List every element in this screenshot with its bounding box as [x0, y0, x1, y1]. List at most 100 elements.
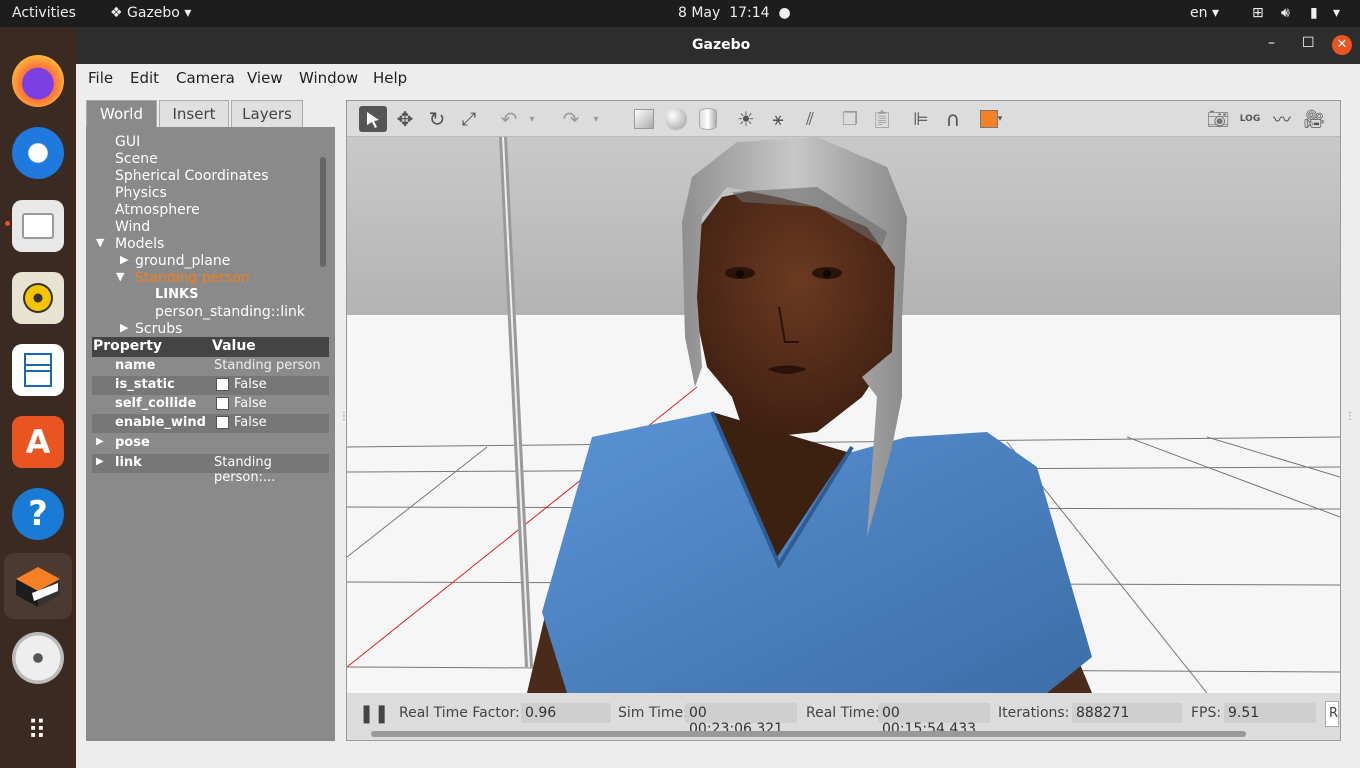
sim-time-label: Sim Time:	[618, 705, 688, 721]
tree-item-person-link[interactable]: person_standing::link	[155, 304, 305, 320]
tree-item-atmosphere[interactable]: Atmosphere	[115, 202, 200, 218]
gazebo-app-icon: ❖	[110, 5, 123, 21]
view-angle-icon[interactable]: ▾	[977, 106, 1005, 132]
collapse-arrow-icon[interactable]: ▶	[120, 253, 128, 266]
tree-scrollbar[interactable]	[320, 157, 326, 267]
expand-arrow-icon[interactable]: ▼	[96, 236, 104, 249]
prop-row-link[interactable]: ▶ link Standing person:...	[92, 454, 329, 485]
activities-button[interactable]: Activities	[12, 5, 76, 21]
align-icon[interactable]: ⊫	[907, 106, 935, 132]
tree-item-wind[interactable]: Wind	[115, 219, 150, 235]
tree-item-scene[interactable]: Scene	[115, 151, 158, 167]
undo-icon[interactable]: ↶	[495, 106, 523, 132]
expand-arrow-icon[interactable]: ▼	[116, 270, 124, 283]
prop-row-pose[interactable]: ▶ pose	[92, 434, 329, 453]
left-panel: World Insert Layers GUI Scene Spherical …	[86, 100, 335, 741]
help-icon[interactable]: ?	[12, 488, 64, 540]
writer-icon[interactable]	[12, 344, 64, 396]
tree-item-scrubs[interactable]: Scrubs	[135, 321, 182, 337]
firefox-icon[interactable]	[12, 55, 64, 107]
property-header: Property Value	[92, 337, 329, 357]
real-time-value: 00 00:15:54.433	[878, 703, 990, 737]
menu-camera[interactable]: Camera	[176, 69, 235, 87]
translate-mode-icon[interactable]: ✥	[391, 106, 419, 132]
app-menu[interactable]: ❖ Gazebo ▾	[110, 5, 191, 21]
snap-icon[interactable]: ∩	[939, 106, 967, 132]
box-shape-icon[interactable]	[630, 106, 658, 132]
is-static-checkbox[interactable]	[216, 378, 229, 391]
maximize-icon[interactable]: ☐	[1302, 35, 1315, 51]
prop-key: link	[115, 455, 142, 470]
prop-key: self_collide	[115, 396, 197, 411]
menu-view[interactable]: View	[247, 69, 283, 87]
network-icon[interactable]: ⊞	[1252, 5, 1264, 21]
files-icon[interactable]	[12, 200, 64, 252]
clock[interactable]: 8 May 17:14 ●	[678, 5, 791, 21]
collapse-arrow-icon[interactable]: ▶	[96, 456, 104, 467]
redo-history-icon[interactable]: ▾	[589, 106, 603, 132]
directional-light-icon[interactable]: ⫽	[796, 106, 824, 132]
prop-value: False	[234, 415, 267, 430]
prop-row-enable-wind: enable_wind False	[92, 414, 329, 433]
value-column-header: Value	[212, 338, 256, 354]
tree-item-ground-plane[interactable]: ground_plane	[135, 253, 230, 269]
close-icon[interactable]: ✕	[1332, 35, 1352, 55]
horizontal-scrollbar[interactable]	[371, 731, 1246, 737]
rotate-mode-icon[interactable]: ↻	[423, 106, 451, 132]
tree-item-spherical-coordinates[interactable]: Spherical Coordinates	[115, 168, 269, 184]
splitter-handle-icon[interactable]: ⋮	[1345, 411, 1355, 422]
system-menu-icon[interactable]: ▾	[1333, 5, 1340, 21]
reset-button[interactable]: R	[1325, 701, 1339, 727]
language-indicator[interactable]: en ▾	[1190, 5, 1219, 21]
tab-layers[interactable]: Layers	[231, 100, 303, 128]
tree-item-models[interactable]: Models	[115, 236, 164, 252]
select-mode-icon[interactable]	[359, 106, 387, 132]
copy-icon[interactable]: ❐	[836, 106, 864, 132]
collapse-arrow-icon[interactable]: ▶	[96, 436, 104, 447]
enable-wind-checkbox[interactable]	[216, 416, 229, 429]
menu-edit[interactable]: Edit	[130, 69, 159, 87]
pause-icon[interactable]: ❚❚	[359, 703, 389, 724]
tab-world[interactable]: World	[86, 100, 157, 128]
scale-mode-icon[interactable]: ⤢	[455, 106, 483, 132]
gazebo-dock-icon[interactable]	[4, 553, 72, 619]
redo-icon[interactable]: ↷	[557, 106, 585, 132]
show-apps-icon[interactable]: ⠿	[12, 705, 64, 757]
iterations-label: Iterations:	[998, 705, 1070, 721]
thunderbird-icon[interactable]	[12, 127, 64, 179]
volume-icon[interactable]: 🔊︎	[1281, 5, 1290, 21]
log-icon[interactable]: LOG	[1236, 106, 1264, 132]
menu-window[interactable]: Window	[299, 69, 358, 87]
menu-help[interactable]: Help	[373, 69, 407, 87]
spot-light-icon[interactable]: ⚹	[764, 106, 792, 132]
tree-item-physics[interactable]: Physics	[115, 185, 167, 201]
collapse-arrow-icon[interactable]: ▶	[120, 321, 128, 334]
prop-key: enable_wind	[115, 415, 206, 430]
3d-scene[interactable]	[347, 137, 1340, 693]
minimize-icon[interactable]: –	[1268, 35, 1275, 51]
tree-item-standing-person[interactable]: Standing person	[135, 270, 250, 286]
scene-toolbar: ✥ ↻ ⤢ ↶ ▾ ↷ ▾ ☀ ⚹ ⫽ ❐ 📋︎ ⊫ ∩ ▾ 📷︎ LOG 〰 …	[347, 101, 1340, 137]
prop-value-name[interactable]: Standing person	[214, 358, 321, 373]
plot-icon[interactable]: 〰	[1268, 106, 1296, 132]
dvd-drive-icon[interactable]	[12, 632, 64, 684]
undo-history-icon[interactable]: ▾	[525, 106, 539, 132]
software-center-icon[interactable]: A	[12, 416, 64, 468]
title-bar[interactable]: Gazebo – ☐ ✕	[76, 27, 1360, 64]
video-record-icon[interactable]: 🎥︎	[1300, 106, 1328, 132]
cylinder-shape-icon[interactable]	[694, 106, 722, 132]
tree-item-gui[interactable]: GUI	[115, 134, 140, 150]
paste-icon[interactable]: 📋︎	[868, 106, 896, 132]
point-light-icon[interactable]: ☀	[732, 106, 760, 132]
prop-value: False	[234, 396, 267, 411]
rhythmbox-icon[interactable]	[12, 272, 64, 324]
prop-key: pose	[115, 435, 150, 450]
self-collide-checkbox[interactable]	[216, 397, 229, 410]
iterations-value: 888271	[1072, 703, 1182, 723]
screenshot-icon[interactable]: 📷︎	[1204, 106, 1232, 132]
property-panel: Property Value name Standing person is_s…	[86, 337, 335, 741]
menu-file[interactable]: File	[88, 69, 113, 87]
battery-icon[interactable]: ▮	[1310, 5, 1318, 21]
sphere-shape-icon[interactable]	[662, 106, 690, 132]
tab-insert[interactable]: Insert	[159, 100, 229, 128]
